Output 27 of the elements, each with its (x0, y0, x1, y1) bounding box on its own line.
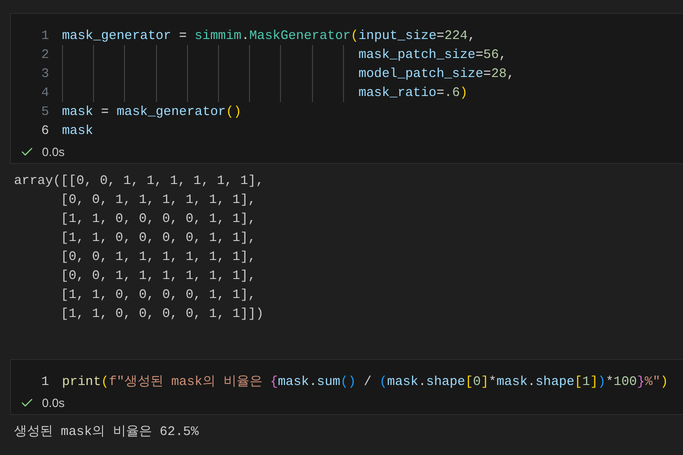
line-number: 3 (40, 65, 49, 83)
code-line: model_patch_size=28, (62, 64, 514, 83)
code-cell[interactable]: 1 print(f"생성된 mask의 비율은 {mask.sum() / (mask.shape[0]*mask.shape[1])*100}%") 0.0s (10, 359, 683, 415)
code-line: print(f"생성된 mask의 비율은 {mask.sum() / (mask.shape[0]*mask.shape[1])*100}%") (62, 373, 668, 391)
output-line: [1, 1, 0, 0, 0, 0, 1, 1], (60, 286, 256, 304)
line-number: 6 (40, 122, 49, 140)
code-line: mask_generator = simmim.MaskGenerator(input_size=224, (62, 27, 476, 45)
code-line: mask (62, 122, 94, 140)
code-cell[interactable]: 1 mask_generator = simmim.MaskGenerator(input_size=224, 2 mask_patch_size=56, 3 model_patch_size=28, 4 mask_ratio=.6) 5 mask = mask_generator() 6 mask 0.0s (10, 13, 683, 164)
code-line: mask_ratio=.6) (62, 83, 468, 102)
output-line: [1, 1, 0, 0, 0, 0, 1, 1], (60, 210, 256, 228)
output-line: 생성된 mask의 비율은 62.5% (14, 423, 199, 441)
line-number: 1 (40, 373, 49, 391)
code-line: mask_patch_size=56, (62, 45, 507, 64)
code-line: mask = mask_generator() (62, 103, 242, 121)
output-line: [0, 0, 1, 1, 1, 1, 1, 1], (60, 191, 256, 209)
output-line: [1, 1, 0, 0, 0, 0, 1, 1]]) (60, 305, 264, 323)
line-number: 2 (40, 46, 49, 64)
execution-time: 0.0s (42, 395, 65, 412)
output-line: array([[0, 0, 1, 1, 1, 1, 1, 1], (14, 172, 264, 190)
output-line: [0, 0, 1, 1, 1, 1, 1, 1], (60, 248, 256, 266)
line-number: 4 (40, 84, 49, 102)
line-number: 1 (40, 27, 49, 45)
execution-time: 0.0s (42, 144, 65, 161)
output-line: [1, 1, 0, 0, 0, 0, 1, 1], (60, 229, 256, 247)
output-line: [0, 0, 1, 1, 1, 1, 1, 1], (60, 267, 256, 285)
line-number: 5 (40, 103, 49, 121)
